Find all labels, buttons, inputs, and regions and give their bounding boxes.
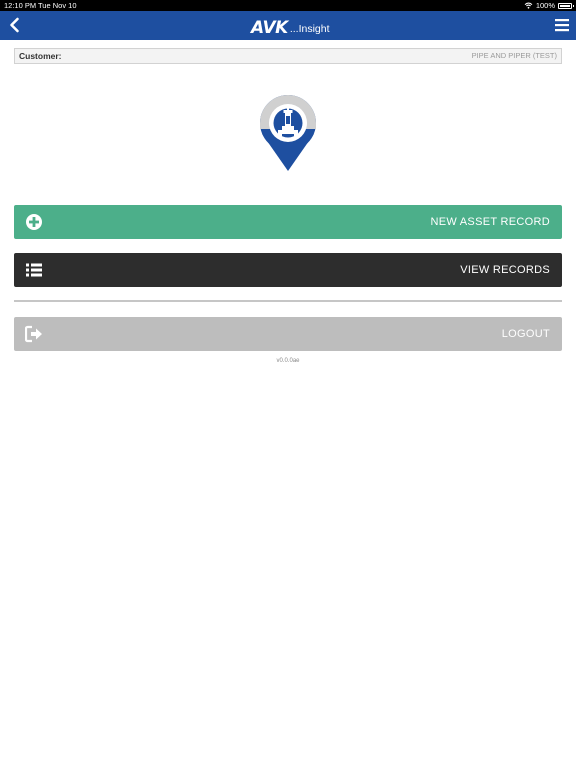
sign-out-icon	[25, 325, 42, 343]
view-records-button[interactable]: VIEW RECORDS	[14, 253, 562, 287]
battery-percent: 100%	[535, 1, 555, 10]
app-name: ...Insight	[289, 23, 330, 35]
chevron-left-icon[interactable]	[7, 16, 23, 34]
status-right: 100%	[524, 0, 574, 11]
battery-icon	[558, 2, 574, 9]
status-date: Tue Nov 10	[38, 1, 77, 10]
divider	[14, 300, 562, 302]
plus-circle-icon	[26, 214, 42, 230]
customer-value: PIPE AND PIPER (TEST)	[471, 51, 557, 60]
location-pin-valve-icon	[260, 95, 316, 171]
version-label: v0.0.0ae	[276, 358, 300, 364]
logout-button[interactable]: LOGOUT	[14, 317, 562, 351]
new-asset-record-label: NEW ASSET RECORD	[430, 216, 550, 228]
avk-logo: AVK	[251, 18, 288, 38]
customer-bar: Customer: PIPE AND PIPER (TEST)	[14, 48, 562, 64]
app-title: AVK ...Insight	[251, 15, 330, 37]
status-bar: 12:10 PM Tue Nov 10 100%	[0, 0, 576, 11]
hamburger-menu-icon[interactable]	[555, 17, 569, 33]
new-asset-record-button[interactable]: NEW ASSET RECORD	[14, 205, 562, 239]
wifi-icon	[524, 2, 533, 9]
status-time: 12:10 PM	[4, 1, 37, 10]
view-records-label: VIEW RECORDS	[460, 264, 550, 276]
customer-label: Customer:	[19, 51, 62, 61]
nav-bar: AVK ...Insight	[0, 11, 576, 40]
logout-label: LOGOUT	[501, 328, 550, 340]
list-icon	[26, 263, 42, 277]
